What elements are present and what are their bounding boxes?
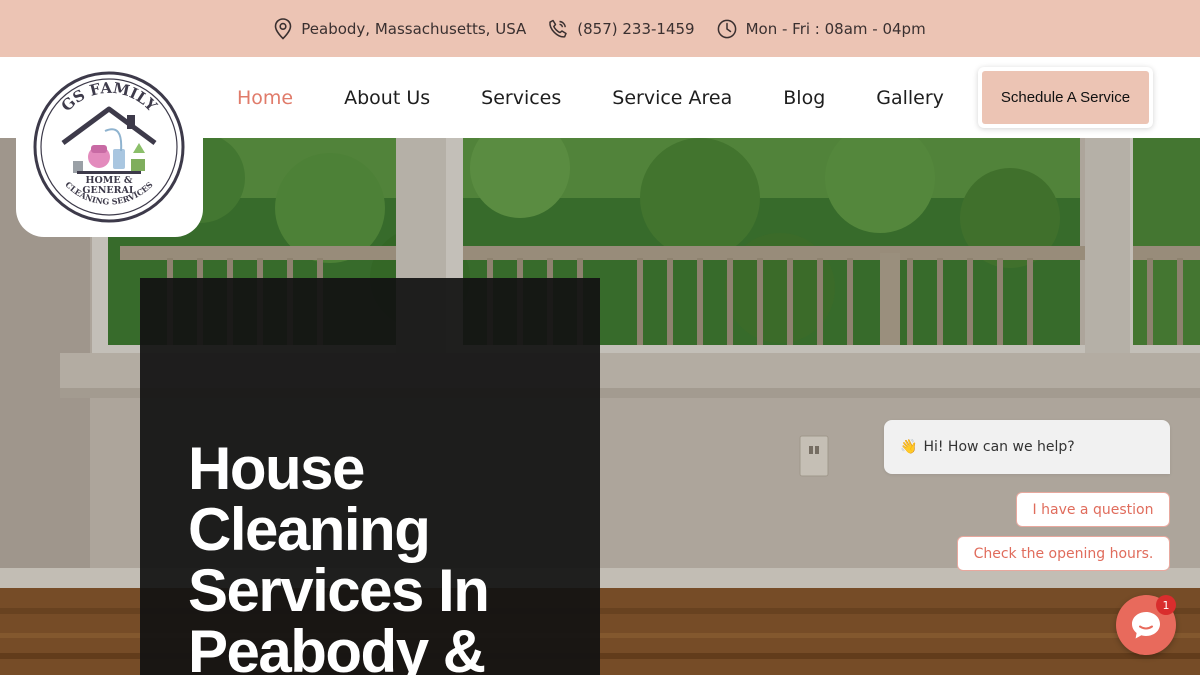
nav-item-home[interactable]: Home (237, 87, 293, 109)
chat-greeting-bubble: 👋 Hi! How can we help? (884, 420, 1170, 474)
nav-item-gallery[interactable]: Gallery (876, 87, 944, 109)
phone-info[interactable]: (857) 233-1459 (548, 19, 695, 39)
schedule-service-button[interactable]: Schedule A Service (982, 71, 1149, 124)
phone-icon (549, 19, 568, 38)
map-pin-icon (274, 17, 292, 40)
clock-icon (717, 19, 736, 38)
nav-item-service-area[interactable]: Service Area (612, 87, 732, 109)
chat-option-opening-hours[interactable]: Check the opening hours. (957, 536, 1170, 571)
hero-text-panel: House Cleaning Services In Peabody & (140, 278, 600, 675)
chat-icon (1132, 612, 1160, 639)
unread-count-badge: 1 (1156, 595, 1176, 615)
hero-title: House Cleaning Services In Peabody & (188, 435, 490, 675)
schedule-button-frame: Schedule A Service (978, 67, 1153, 128)
logo[interactable]: GS FAMILY HOME & GENERAL CLEANING SERVIC… (33, 71, 185, 223)
nav-item-about-us[interactable]: About Us (344, 87, 430, 109)
wave-emoji-icon: 👋 (900, 439, 918, 455)
logo-card[interactable]: GS FAMILY HOME & GENERAL CLEANING SERVIC… (16, 60, 203, 237)
location-text: Peabody, Massachusetts, USA (301, 19, 527, 38)
hours-text: Mon - Fri : 08am - 04pm (745, 19, 926, 38)
location-info: Peabody, Massachusetts, USA (274, 17, 527, 40)
phone-text[interactable]: (857) 233-1459 (577, 20, 694, 38)
nav-item-services[interactable]: Services (481, 87, 561, 109)
top-info-bar: Peabody, Massachusetts, USA (857) 233-14… (0, 0, 1200, 57)
main-nav: Home About Us Services Service Area Blog… (212, 57, 944, 138)
hours-info: Mon - Fri : 08am - 04pm (717, 19, 926, 39)
chat-greeting-text: Hi! How can we help? (923, 439, 1075, 455)
chat-option-question[interactable]: I have a question (1016, 492, 1170, 527)
nav-item-blog[interactable]: Blog (783, 87, 825, 109)
